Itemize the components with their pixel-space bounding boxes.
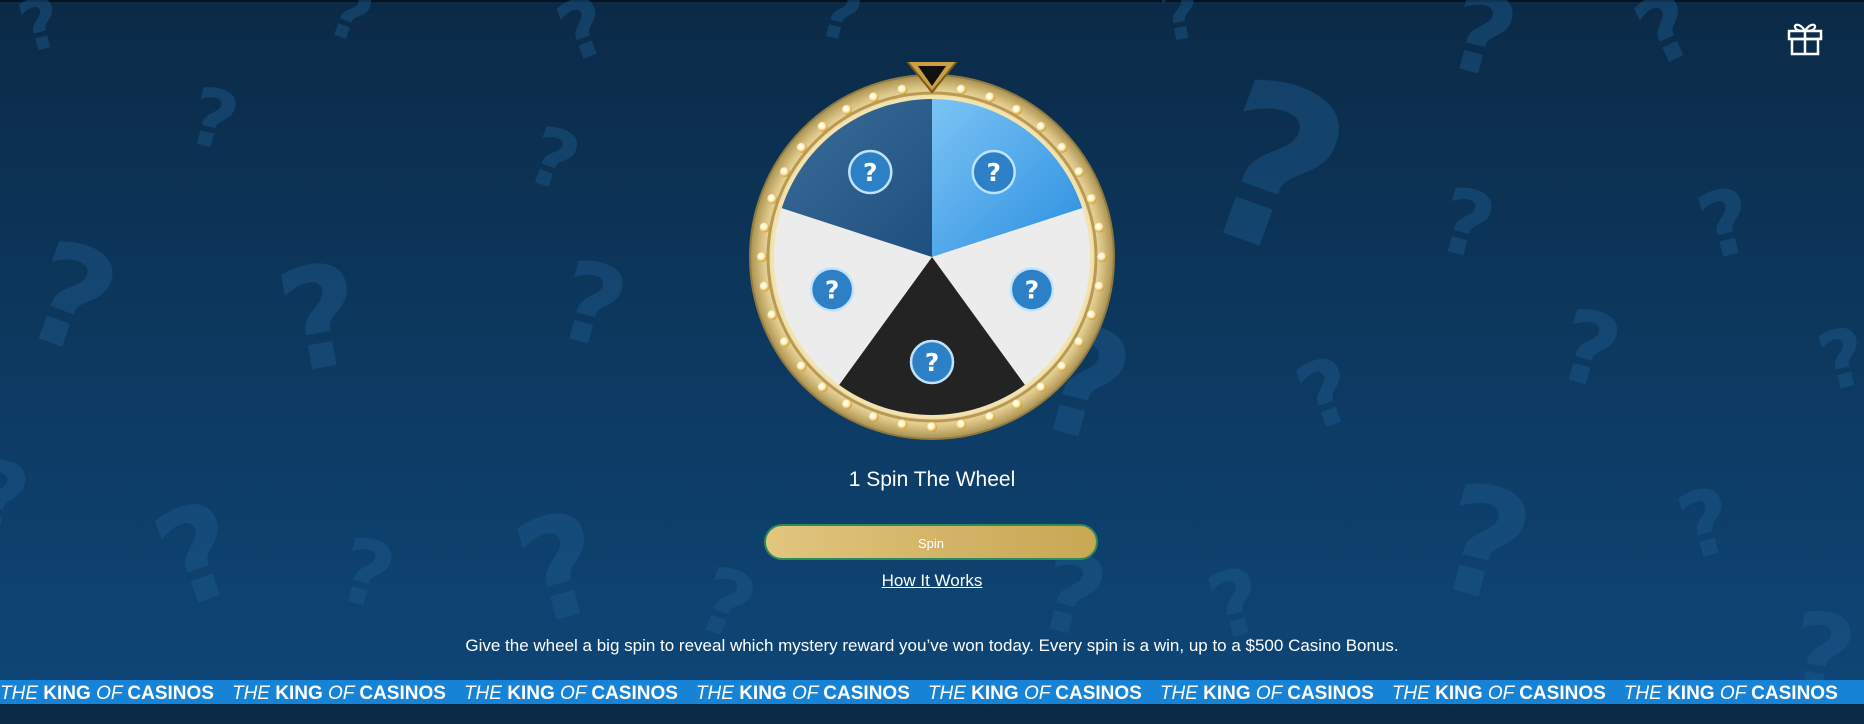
- background-question-mark: ?: [1283, 336, 1369, 453]
- background-question-mark: ?: [544, 234, 640, 376]
- background-question-mark: ?: [545, 0, 621, 82]
- background-question-mark: ?: [1687, 167, 1765, 282]
- wheel-bulb: [868, 411, 879, 422]
- wheel-bulb: [1086, 193, 1097, 204]
- wheel-bulb: [759, 281, 770, 292]
- wheel-bulb: [779, 167, 790, 177]
- wheel-bulb: [1012, 104, 1022, 115]
- wheel-bulb: [817, 121, 828, 132]
- wheel-bulb: [927, 422, 937, 432]
- wheel-bulb: [817, 382, 828, 393]
- spin-button[interactable]: Spin: [764, 524, 1098, 560]
- background-question-mark: ?: [1170, 27, 1378, 313]
- wheel-bulb: [842, 104, 852, 115]
- ticker-item: THE KING OF CASINOS: [1623, 683, 1838, 704]
- wheel-bulb: [956, 84, 967, 95]
- question-mark-label: ?: [863, 158, 878, 187]
- wheel-bulb: [1074, 337, 1085, 347]
- wheel-bulb: [1036, 121, 1047, 132]
- background-question-mark: ?: [136, 470, 260, 640]
- ticker-item: THE KING OF CASINOS: [1391, 683, 1606, 704]
- wheel-bulb: [985, 411, 996, 422]
- wheel-bulb: [1094, 281, 1105, 292]
- background-question-mark: ?: [178, 68, 248, 171]
- wheel-bulb: [842, 399, 852, 410]
- background-question-mark: ?: [515, 107, 592, 212]
- background-question-mark: ?: [10, 0, 71, 70]
- wheel-bulb: [1012, 399, 1022, 410]
- wheel-bulb: [1086, 310, 1097, 321]
- question-mark-label: ?: [1025, 275, 1040, 304]
- wheel-bulb: [956, 419, 967, 430]
- wheel-bulb: [897, 84, 908, 95]
- wheel-bulb: [796, 361, 807, 372]
- background-question-mark: ?: [0, 436, 38, 563]
- wheel-bulb: [985, 92, 996, 103]
- background-question-mark: ?: [810, 0, 871, 60]
- wheel-bulb: [757, 252, 767, 262]
- wheel-bulb: [1074, 167, 1085, 177]
- background-question-mark: ?: [1434, 0, 1530, 106]
- question-mark-label: ?: [986, 158, 1001, 187]
- ticker-item: THE KING OF CASINOS: [231, 683, 446, 704]
- wheel-graphic: ?????: [749, 59, 1115, 440]
- question-mark-label: ?: [925, 348, 940, 377]
- wheel-bulb: [767, 310, 778, 321]
- wheel-bulb: [779, 337, 790, 347]
- wheel-bulb: [1057, 361, 1068, 372]
- ticker-item: THE KING OF CASINOS: [695, 683, 910, 704]
- wheel-bulb: [868, 92, 879, 103]
- page-title: 1 Spin The Wheel: [848, 468, 1016, 491]
- background-question-mark: ?: [500, 480, 621, 659]
- background-question-mark: ?: [317, 0, 384, 61]
- wheel-bulb: [796, 142, 807, 153]
- wheel-bulb: [1097, 252, 1107, 262]
- ticker-item: THE KING OF CASINOS: [927, 683, 1142, 704]
- background-question-mark: ?: [266, 232, 375, 407]
- wheel-bulb: [1036, 382, 1047, 393]
- background-question-mark: ?: [1808, 308, 1864, 411]
- wheel-bulb: [759, 222, 770, 233]
- gift-icon[interactable]: [1786, 18, 1824, 56]
- wheel-bulb: [897, 419, 908, 430]
- ticker-item: THE KING OF CASINOS: [463, 683, 678, 704]
- wheel-bulb: [767, 193, 778, 204]
- background-question-mark: ?: [4, 209, 137, 391]
- wheel-bulb: [1094, 222, 1105, 233]
- wheel-bulb: [1057, 142, 1068, 153]
- background-question-mark: ?: [1545, 285, 1633, 414]
- background-question-mark: ?: [1620, 0, 1712, 89]
- prize-wheel[interactable]: ?????: [747, 59, 1117, 442]
- ticker-item: THE KING OF CASINOS: [0, 683, 214, 704]
- top-border: [0, 0, 1864, 2]
- background-question-mark: ?: [1427, 167, 1506, 282]
- brand-ticker: THE KING OF CASINOS THE KING OF CASINOS TH…: [0, 680, 1864, 704]
- background-question-mark: ?: [1153, 0, 1208, 59]
- ticker-item: THE KING OF CASINOS: [1159, 683, 1374, 704]
- how-it-works-link[interactable]: How It Works: [0, 571, 1864, 591]
- question-mark-label: ?: [825, 275, 840, 304]
- description-text: Give the wheel a big spin to reveal whic…: [465, 636, 1399, 655]
